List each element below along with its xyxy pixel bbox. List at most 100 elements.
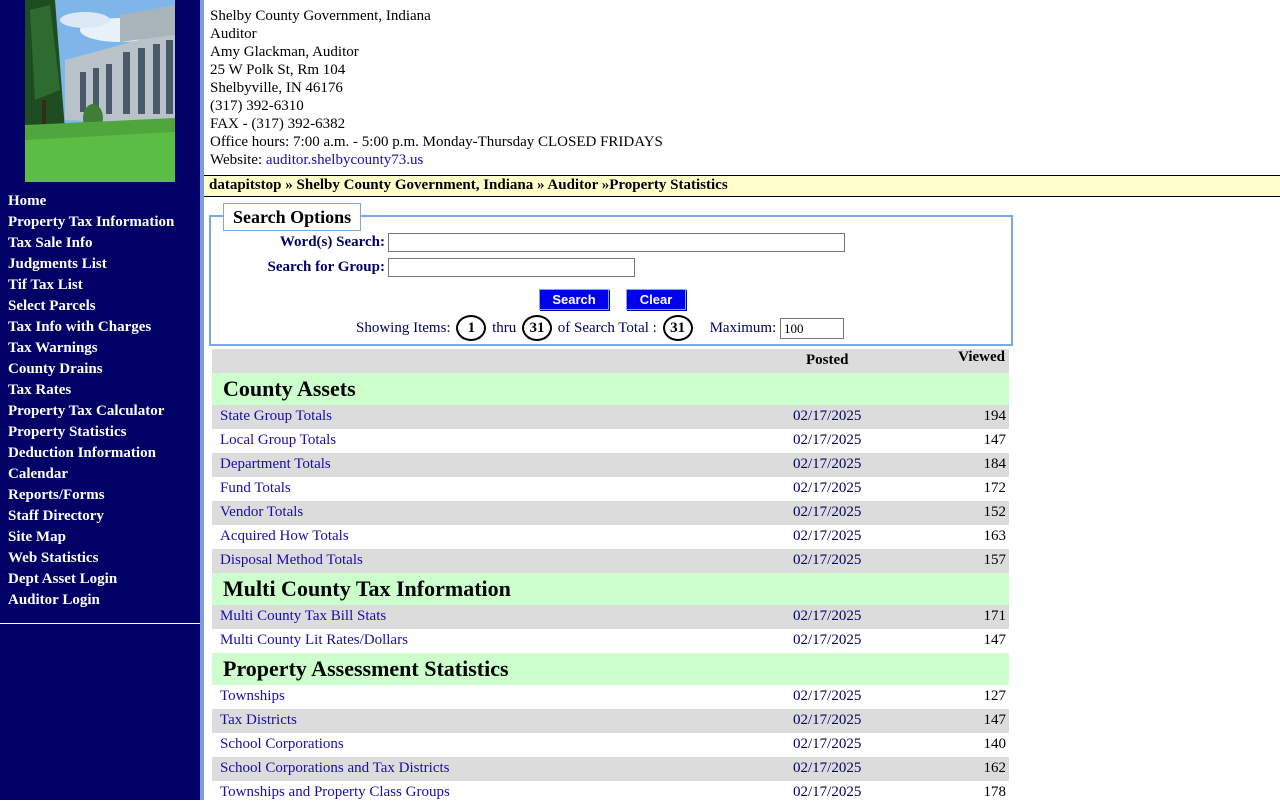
sidebar-link-tax-sale-info[interactable]: Tax Sale Info [8, 235, 92, 251]
report-link[interactable]: School Corporations and Tax Districts [220, 760, 449, 777]
words-search-input[interactable] [388, 233, 845, 252]
group-header: Property Assessment Statistics [212, 653, 1009, 685]
maximum-label: Maximum: [709, 320, 777, 336]
header-line: FAX - (317) 392-6382 [210, 116, 346, 132]
report-link[interactable]: State Group Totals [220, 408, 332, 425]
sidebar-link-tif-tax-list[interactable]: Tif Tax List [8, 277, 83, 293]
sidebar-item: Dept Asset Login [8, 569, 174, 590]
website-link[interactable]: auditor.shelbycounty73.us [266, 152, 424, 168]
sidebar-link-property-tax-calculator[interactable]: Property Tax Calculator [8, 403, 164, 419]
posted-date: 02/17/2025 [793, 456, 862, 472]
sidebar-item: Tax Info with Charges [8, 317, 174, 338]
report-link[interactable]: Fund Totals [220, 480, 291, 497]
sidebar-item: Site Map [8, 527, 174, 548]
report-link[interactable]: Disposal Method Totals [220, 552, 363, 569]
to-count: 31 [522, 315, 553, 341]
posted-date: 02/17/2025 [793, 688, 862, 704]
header-line: 25 W Polk St, Rm 104 [210, 62, 346, 78]
from-count: 1 [456, 315, 487, 341]
view-count: 172 [983, 480, 1007, 496]
report-link[interactable]: Tax Districts [220, 712, 297, 729]
group-title: County Assets [223, 376, 356, 401]
group-title: Multi County Tax Information [223, 576, 511, 601]
posted-date: 02/17/2025 [793, 432, 862, 448]
view-count: 171 [983, 608, 1007, 624]
report-link[interactable]: Townships [220, 688, 285, 705]
sidebar-link-site-map[interactable]: Site Map [8, 529, 66, 545]
sidebar-divider [0, 623, 200, 624]
sidebar-link-tax-rates[interactable]: Tax Rates [8, 382, 71, 398]
header-line: Shelby County Government, Indiana [210, 8, 431, 24]
table-row: Fund Totals 02/17/2025 172 [212, 477, 1009, 501]
sidebar-item: Deduction Information [8, 443, 174, 464]
sidebar-link-tax-info-with-charges[interactable]: Tax Info with Charges [8, 319, 151, 335]
report-link[interactable]: Townships and Property Class Groups [220, 784, 450, 801]
sidebar-link-calendar[interactable]: Calendar [8, 466, 68, 482]
report-link[interactable]: Department Totals [220, 456, 331, 473]
search-button[interactable]: Search [539, 289, 609, 310]
group-search-input[interactable] [388, 258, 635, 277]
table-row: State Group Totals 02/17/2025 194 [212, 405, 1009, 429]
table-row: Tax Districts 02/17/2025 147 [212, 709, 1009, 733]
breadcrumb: datapitstop » Shelby County Government, … [204, 175, 1280, 197]
header-line: Office hours: 7:00 a.m. - 5:00 p.m. Mond… [210, 134, 663, 150]
view-count: 178 [983, 784, 1007, 800]
header-line: (317) 392-6310 [210, 98, 304, 114]
clear-button[interactable]: Clear [626, 289, 686, 310]
table-row: Multi County Tax Bill Stats 02/17/2025 171 [212, 605, 1009, 629]
header-line: Shelbyville, IN 46176 [210, 80, 343, 96]
sidebar-link-home[interactable]: Home [8, 193, 46, 209]
maximum-input[interactable]: 100 [780, 318, 844, 340]
report-link[interactable]: School Corporations [220, 736, 344, 753]
search-options-legend: Search Options [223, 203, 362, 231]
report-link[interactable]: Acquired How Totals [220, 528, 349, 545]
sidebar-link-dept-asset-login[interactable]: Dept Asset Login [8, 571, 117, 587]
table-row: Townships 02/17/2025 127 [212, 685, 1009, 709]
sidebar-item: Judgments List [8, 254, 174, 275]
sidebar-link-county-drains[interactable]: County Drains [8, 361, 103, 377]
header-line: Auditor [210, 26, 257, 42]
sidebar-item: Tax Sale Info [8, 233, 174, 254]
posted-date: 02/17/2025 [793, 632, 862, 648]
table-header: Posted Viewed [212, 349, 1009, 373]
group-header: County Assets [212, 373, 1009, 405]
report-link[interactable]: Multi County Lit Rates/Dollars [220, 632, 408, 649]
table-row: Vendor Totals 02/17/2025 152 [212, 501, 1009, 525]
view-count: 140 [983, 736, 1007, 752]
sidebar-link-web-statistics[interactable]: Web Statistics [8, 550, 98, 566]
sidebar-link-deduction-information[interactable]: Deduction Information [8, 445, 156, 461]
sidebar-link-reports-forms[interactable]: Reports/Forms [8, 487, 105, 503]
posted-date: 02/17/2025 [793, 712, 862, 728]
report-link[interactable]: Multi County Tax Bill Stats [220, 608, 386, 625]
sidebar-link-property-tax-information[interactable]: Property Tax Information [8, 214, 174, 230]
sidebar-link-staff-directory[interactable]: Staff Directory [8, 508, 104, 524]
sidebar-nav: Home Property Tax Information Tax Sale Inf… [8, 191, 174, 611]
view-count: 147 [983, 712, 1007, 728]
posted-date: 02/17/2025 [793, 608, 862, 624]
sidebar-link-select-parcels[interactable]: Select Parcels [8, 298, 96, 314]
sidebar-item: County Drains [8, 359, 174, 380]
posted-date: 02/17/2025 [793, 760, 862, 776]
table-row: Disposal Method Totals 02/17/2025 157 [212, 549, 1009, 573]
breadcrumb-text: datapitstop » Shelby County Government, … [209, 177, 728, 193]
sidebar-item: Home [8, 191, 174, 212]
sidebar-item: Property Tax Information [8, 212, 174, 233]
posted-date: 02/17/2025 [793, 504, 862, 520]
sidebar-link-judgments-list[interactable]: Judgments List [8, 256, 107, 272]
sidebar-link-property-statistics[interactable]: Property Statistics [8, 424, 126, 440]
sidebar-link-auditor-login[interactable]: Auditor Login [8, 592, 100, 608]
report-link[interactable]: Local Group Totals [220, 432, 336, 449]
total-label: of Search Total : [557, 320, 657, 336]
view-count: 147 [983, 632, 1007, 648]
statistics-table: Posted Viewed County Assets State Group T… [212, 349, 1009, 805]
sidebar-item: Staff Directory [8, 506, 174, 527]
total-count: 31 [662, 315, 693, 341]
report-link[interactable]: Vendor Totals [220, 504, 303, 521]
thru-label: thru [492, 320, 517, 336]
posted-date: 02/17/2025 [793, 552, 862, 568]
sidebar-item: Reports/Forms [8, 485, 174, 506]
search-options-panel: Search Options Word(s) Search: Search fo… [209, 203, 1013, 346]
courthouse-photo [25, 0, 175, 182]
header-line: Amy Glackman, Auditor [210, 44, 359, 60]
sidebar-link-tax-warnings[interactable]: Tax Warnings [8, 340, 98, 356]
